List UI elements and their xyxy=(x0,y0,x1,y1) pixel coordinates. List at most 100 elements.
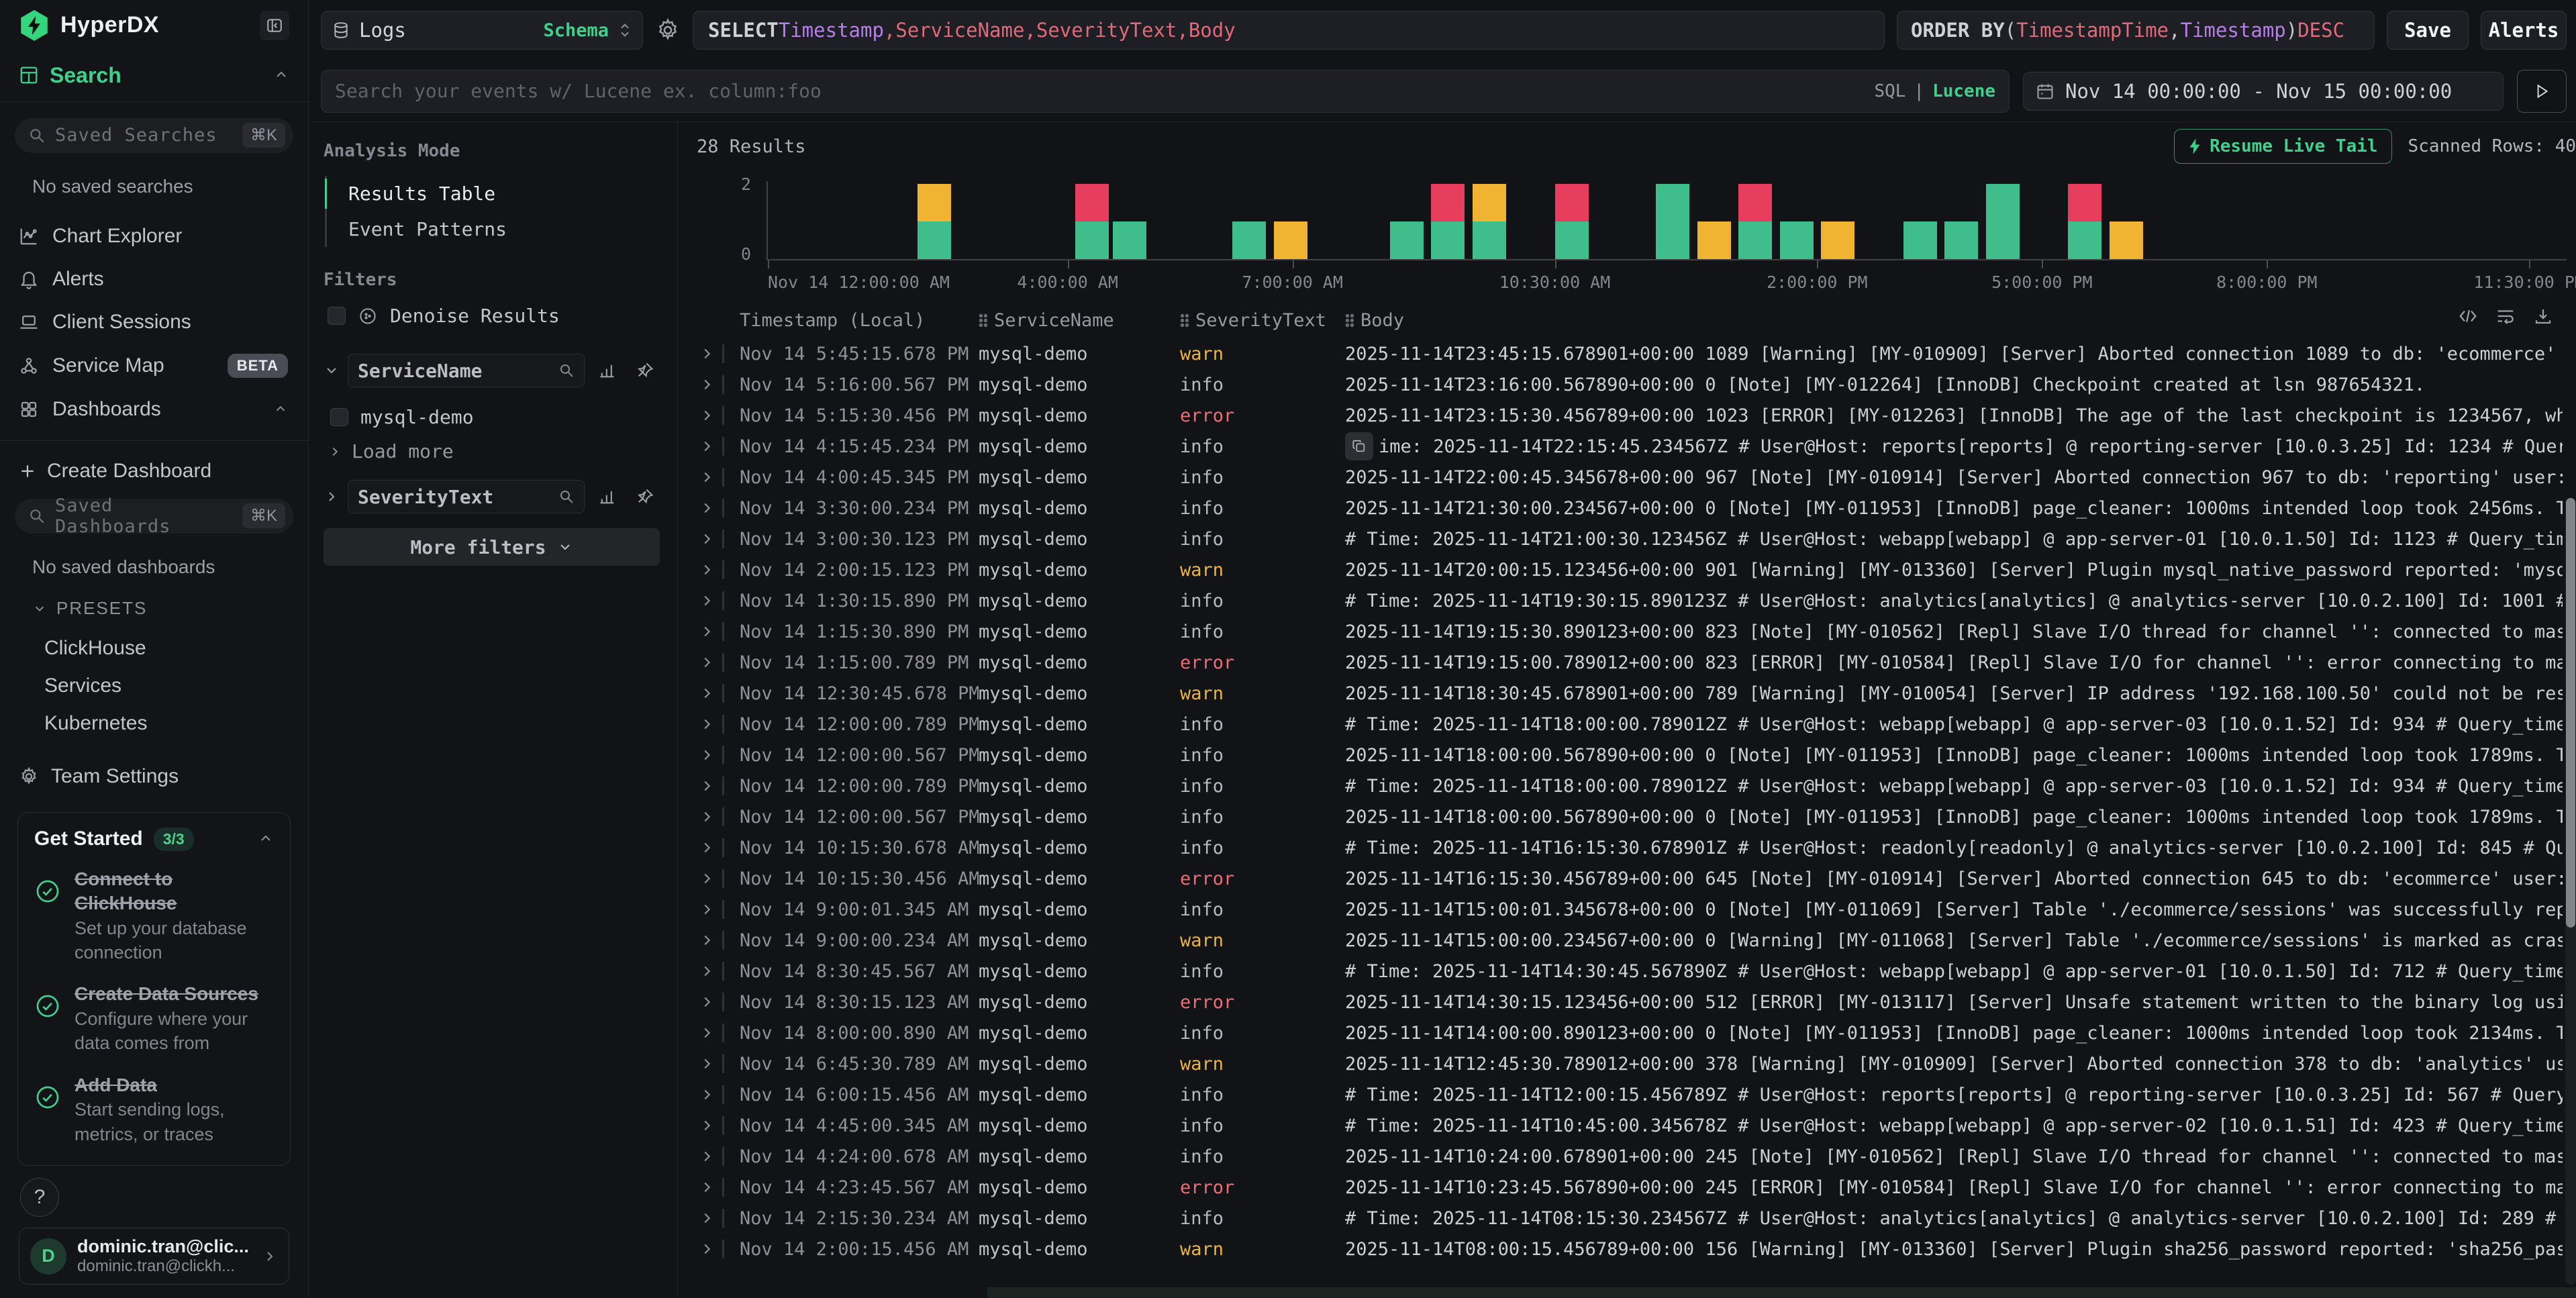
table-row[interactable]: Nov 14 9:00:00.234 AMmysql-demowarn2025-… xyxy=(697,925,2576,956)
select-query[interactable]: SELECT Timestamp,ServiceName,SeverityTex… xyxy=(693,11,1885,50)
column-header-timestamp[interactable]: Timestamp (Local) xyxy=(740,310,979,331)
expand-row-icon[interactable] xyxy=(697,933,717,948)
histogram-bar[interactable] xyxy=(1780,221,1814,259)
expand-row-icon[interactable] xyxy=(697,1026,717,1040)
histogram-bar[interactable] xyxy=(1986,184,2020,259)
column-header-servicename[interactable]: ServiceName xyxy=(979,310,1180,331)
results-histogram[interactable]: 2 0 Nov 14 12:00:00 AM4:00:00 AM7:00:00 … xyxy=(697,177,2569,297)
table-row[interactable]: Nov 14 8:30:45.567 AMmysql-demoinfo# Tim… xyxy=(697,956,2576,987)
expand-row-icon[interactable] xyxy=(697,532,717,546)
preset-clickhouse[interactable]: ClickHouse xyxy=(15,630,293,667)
histogram-bar[interactable] xyxy=(1390,221,1424,259)
copy-icon[interactable] xyxy=(1345,432,1373,460)
table-row[interactable]: Nov 14 8:30:15.123 AMmysql-demoerror2025… xyxy=(697,987,2576,1017)
drag-handle-icon[interactable] xyxy=(1180,313,1189,328)
table-row[interactable]: Nov 14 6:45:30.789 AMmysql-demowarn2025-… xyxy=(697,1048,2576,1079)
presets-toggle[interactable]: PRESETS xyxy=(15,595,293,630)
histogram-bar[interactable] xyxy=(1656,184,1689,259)
mode-event-patterns[interactable]: Event Patterns xyxy=(327,211,660,247)
expand-row-icon[interactable] xyxy=(697,655,717,670)
chevron-up-icon[interactable] xyxy=(273,67,289,83)
histogram-bar[interactable] xyxy=(1697,221,1731,259)
chart-filter-icon[interactable] xyxy=(593,361,622,380)
load-more-button[interactable]: Load more xyxy=(324,435,660,480)
histogram-bar[interactable] xyxy=(1232,221,1266,259)
chevron-up-icon[interactable] xyxy=(273,402,288,417)
histogram-bar[interactable] xyxy=(2068,184,2101,259)
saved-dashboards-input[interactable]: Saved Dashboards ⌘K xyxy=(15,499,293,534)
chevron-up-icon[interactable] xyxy=(258,831,274,847)
histogram-bar[interactable] xyxy=(1113,221,1146,259)
table-row[interactable]: Nov 14 5:45:15.678 PMmysql-demowarn2025-… xyxy=(697,338,2576,369)
table-row[interactable]: Nov 14 5:15:30.456 PMmysql-demoerror2025… xyxy=(697,400,2576,431)
histogram-bar[interactable] xyxy=(1903,221,1937,259)
search-icon[interactable] xyxy=(558,489,575,505)
expand-row-icon[interactable] xyxy=(697,1180,717,1195)
table-row[interactable]: Nov 14 12:00:00.567 PMmysql-demoinfo2025… xyxy=(697,740,2576,770)
expand-row-icon[interactable] xyxy=(697,871,717,886)
histogram-bar[interactable] xyxy=(1821,221,1854,259)
expand-row-icon[interactable] xyxy=(697,809,717,824)
view-source-icon[interactable] xyxy=(2458,306,2478,326)
expand-row-icon[interactable] xyxy=(697,1242,717,1256)
table-row[interactable]: Nov 14 8:00:00.890 AMmysql-demoinfo2025-… xyxy=(697,1017,2576,1048)
alerts-button[interactable]: Alerts xyxy=(2481,11,2567,50)
column-header-severitytext[interactable]: SeverityText xyxy=(1180,310,1345,331)
expand-row-icon[interactable] xyxy=(697,1087,717,1102)
table-row[interactable]: Nov 14 4:15:45.234 PMmysql-demoinfoime: … xyxy=(697,431,2576,462)
expand-row-icon[interactable] xyxy=(697,1118,717,1133)
create-dashboard-button[interactable]: Create Dashboard xyxy=(15,453,293,499)
run-query-button[interactable] xyxy=(2517,70,2567,113)
expand-row-icon[interactable] xyxy=(697,1149,717,1164)
drag-handle-icon[interactable] xyxy=(1345,313,1354,328)
preset-kubernetes[interactable]: Kubernetes xyxy=(15,705,293,742)
sql-mode-toggle[interactable]: SQL xyxy=(1874,81,1905,101)
table-row[interactable]: Nov 14 1:30:15.890 PMmysql-demoinfo# Tim… xyxy=(697,585,2576,616)
column-header-body[interactable]: Body xyxy=(1345,310,2536,331)
expand-row-icon[interactable] xyxy=(697,840,717,855)
expand-row-icon[interactable] xyxy=(697,501,717,515)
histogram-bar[interactable] xyxy=(1473,184,1506,259)
mode-results-table[interactable]: Results Table xyxy=(327,176,660,211)
more-filters-button[interactable]: More filters xyxy=(324,528,660,566)
date-range-picker[interactable]: Nov 14 00:00:00 - Nov 15 00:00:00 xyxy=(2023,72,2504,111)
table-row[interactable]: Nov 14 4:24:00.678 AMmysql-demoinfo2025-… xyxy=(697,1141,2576,1172)
histogram-bar[interactable] xyxy=(1274,221,1307,259)
team-settings-button[interactable]: Team Settings xyxy=(15,742,293,788)
sidebar-item-alerts[interactable]: Alerts xyxy=(15,258,293,301)
table-row[interactable]: Nov 14 10:15:30.678 AMmysql-demoinfo# Ti… xyxy=(697,832,2576,863)
search-input[interactable] xyxy=(335,80,1863,102)
pin-icon[interactable] xyxy=(630,487,660,506)
expand-row-icon[interactable] xyxy=(697,748,717,762)
preset-services[interactable]: Services xyxy=(15,667,293,705)
expand-row-icon[interactable] xyxy=(697,408,717,423)
chart-filter-icon[interactable] xyxy=(593,487,622,506)
table-row[interactable]: Nov 14 6:00:15.456 AMmysql-demoinfo# Tim… xyxy=(697,1079,2576,1110)
histogram-bar[interactable] xyxy=(1738,184,1772,259)
sidebar-item-client-sessions[interactable]: Client Sessions xyxy=(15,301,293,344)
table-row[interactable]: Nov 14 10:15:30.456 AMmysql-demoerror202… xyxy=(697,863,2576,894)
lucene-mode-toggle[interactable]: Lucene xyxy=(1932,81,1995,101)
expand-row-icon[interactable] xyxy=(697,964,717,979)
get-started-step-add-data[interactable]: Add Data Start sending logs, metrics, or… xyxy=(34,1073,274,1146)
drag-handle-icon[interactable] xyxy=(979,313,987,328)
expand-row-icon[interactable] xyxy=(697,439,717,454)
table-row[interactable]: Nov 14 4:00:45.345 PMmysql-demoinfo2025-… xyxy=(697,462,2576,493)
sidebar-item-dashboards[interactable]: Dashboards xyxy=(15,388,293,431)
horizontal-scrollbar[interactable] xyxy=(987,1287,2576,1298)
histogram-bar[interactable] xyxy=(1431,184,1465,259)
get-started-step-connect[interactable]: Connect to ClickHouse Set up your databa… xyxy=(34,867,274,965)
collapse-sidebar-button[interactable] xyxy=(260,11,289,40)
sidebar-item-chart-explorer[interactable]: Chart Explorer xyxy=(15,215,293,258)
expand-row-icon[interactable] xyxy=(697,1211,717,1226)
filter-option-mysql-demo[interactable]: mysql-demo xyxy=(360,406,474,428)
vertical-scrollbar[interactable] xyxy=(2565,498,2576,1285)
saved-searches-input[interactable]: Saved Searches ⌘K xyxy=(15,118,293,153)
histogram-bar[interactable] xyxy=(1075,184,1109,259)
expand-row-icon[interactable] xyxy=(697,346,717,361)
table-row[interactable]: Nov 14 2:15:30.234 AMmysql-demoinfo# Tim… xyxy=(697,1203,2576,1234)
source-selector[interactable]: Logs Schema xyxy=(321,11,643,50)
table-row[interactable]: Nov 14 12:00:00.567 PMmysql-demoinfo2025… xyxy=(697,801,2576,832)
expand-row-icon[interactable] xyxy=(697,717,717,732)
save-button[interactable]: Save xyxy=(2387,11,2469,50)
